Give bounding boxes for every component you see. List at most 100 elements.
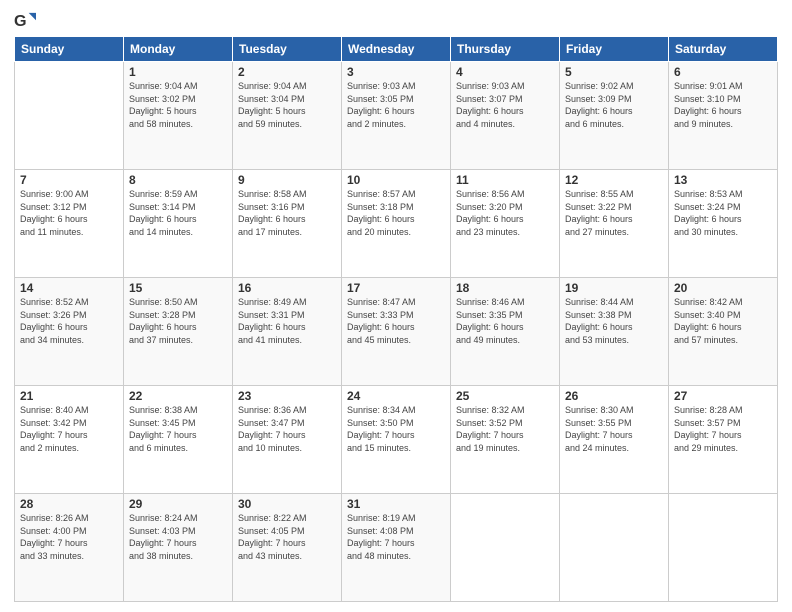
cell-day-number: 24 [347,389,445,403]
cell-info: Sunrise: 8:46 AM Sunset: 3:35 PM Dayligh… [456,296,554,346]
calendar-cell: 13Sunrise: 8:53 AM Sunset: 3:24 PM Dayli… [669,170,778,278]
calendar-cell: 23Sunrise: 8:36 AM Sunset: 3:47 PM Dayli… [233,386,342,494]
logo-area: G [14,10,40,32]
calendar-cell [15,62,124,170]
cell-info: Sunrise: 8:24 AM Sunset: 4:03 PM Dayligh… [129,512,227,562]
cell-day-number: 2 [238,65,336,79]
cell-day-number: 23 [238,389,336,403]
calendar-cell: 20Sunrise: 8:42 AM Sunset: 3:40 PM Dayli… [669,278,778,386]
calendar-cell: 22Sunrise: 8:38 AM Sunset: 3:45 PM Dayli… [124,386,233,494]
cell-day-number: 7 [20,173,118,187]
calendar-cell [669,494,778,602]
cell-day-number: 4 [456,65,554,79]
cell-day-number: 25 [456,389,554,403]
cell-day-number: 8 [129,173,227,187]
cell-day-number: 14 [20,281,118,295]
weekday-header-tuesday: Tuesday [233,37,342,62]
cell-info: Sunrise: 8:47 AM Sunset: 3:33 PM Dayligh… [347,296,445,346]
cell-day-number: 12 [565,173,663,187]
weekday-header-sunday: Sunday [15,37,124,62]
cell-day-number: 20 [674,281,772,295]
cell-info: Sunrise: 8:55 AM Sunset: 3:22 PM Dayligh… [565,188,663,238]
cell-info: Sunrise: 9:03 AM Sunset: 3:05 PM Dayligh… [347,80,445,130]
generalblue-logo-icon: G [14,10,36,32]
calendar-cell: 24Sunrise: 8:34 AM Sunset: 3:50 PM Dayli… [342,386,451,494]
cell-info: Sunrise: 8:57 AM Sunset: 3:18 PM Dayligh… [347,188,445,238]
cell-day-number: 11 [456,173,554,187]
cell-day-number: 22 [129,389,227,403]
cell-day-number: 18 [456,281,554,295]
weekday-header-saturday: Saturday [669,37,778,62]
calendar-cell: 6Sunrise: 9:01 AM Sunset: 3:10 PM Daylig… [669,62,778,170]
cell-day-number: 19 [565,281,663,295]
cell-info: Sunrise: 8:42 AM Sunset: 3:40 PM Dayligh… [674,296,772,346]
cell-info: Sunrise: 8:56 AM Sunset: 3:20 PM Dayligh… [456,188,554,238]
calendar-cell: 17Sunrise: 8:47 AM Sunset: 3:33 PM Dayli… [342,278,451,386]
cell-info: Sunrise: 9:02 AM Sunset: 3:09 PM Dayligh… [565,80,663,130]
cell-day-number: 26 [565,389,663,403]
calendar-cell: 4Sunrise: 9:03 AM Sunset: 3:07 PM Daylig… [451,62,560,170]
cell-info: Sunrise: 9:00 AM Sunset: 3:12 PM Dayligh… [20,188,118,238]
cell-day-number: 30 [238,497,336,511]
calendar-cell: 1Sunrise: 9:04 AM Sunset: 3:02 PM Daylig… [124,62,233,170]
cell-info: Sunrise: 8:19 AM Sunset: 4:08 PM Dayligh… [347,512,445,562]
calendar-cell: 31Sunrise: 8:19 AM Sunset: 4:08 PM Dayli… [342,494,451,602]
calendar-cell: 9Sunrise: 8:58 AM Sunset: 3:16 PM Daylig… [233,170,342,278]
cell-info: Sunrise: 8:52 AM Sunset: 3:26 PM Dayligh… [20,296,118,346]
weekday-header-wednesday: Wednesday [342,37,451,62]
calendar-cell: 26Sunrise: 8:30 AM Sunset: 3:55 PM Dayli… [560,386,669,494]
cell-info: Sunrise: 8:50 AM Sunset: 3:28 PM Dayligh… [129,296,227,346]
calendar-week-row: 14Sunrise: 8:52 AM Sunset: 3:26 PM Dayli… [15,278,778,386]
cell-day-number: 29 [129,497,227,511]
cell-day-number: 28 [20,497,118,511]
cell-info: Sunrise: 8:22 AM Sunset: 4:05 PM Dayligh… [238,512,336,562]
calendar-cell [451,494,560,602]
calendar-cell: 2Sunrise: 9:04 AM Sunset: 3:04 PM Daylig… [233,62,342,170]
calendar-week-row: 1Sunrise: 9:04 AM Sunset: 3:02 PM Daylig… [15,62,778,170]
weekday-header-monday: Monday [124,37,233,62]
cell-info: Sunrise: 8:58 AM Sunset: 3:16 PM Dayligh… [238,188,336,238]
calendar-week-row: 21Sunrise: 8:40 AM Sunset: 3:42 PM Dayli… [15,386,778,494]
cell-day-number: 1 [129,65,227,79]
cell-day-number: 10 [347,173,445,187]
weekday-header-friday: Friday [560,37,669,62]
calendar-cell [560,494,669,602]
cell-day-number: 21 [20,389,118,403]
cell-info: Sunrise: 9:03 AM Sunset: 3:07 PM Dayligh… [456,80,554,130]
calendar-cell: 12Sunrise: 8:55 AM Sunset: 3:22 PM Dayli… [560,170,669,278]
cell-info: Sunrise: 8:34 AM Sunset: 3:50 PM Dayligh… [347,404,445,454]
cell-info: Sunrise: 8:53 AM Sunset: 3:24 PM Dayligh… [674,188,772,238]
calendar-cell: 7Sunrise: 9:00 AM Sunset: 3:12 PM Daylig… [15,170,124,278]
cell-day-number: 31 [347,497,445,511]
cell-day-number: 16 [238,281,336,295]
cell-info: Sunrise: 8:40 AM Sunset: 3:42 PM Dayligh… [20,404,118,454]
logo: G [14,10,40,32]
cell-day-number: 5 [565,65,663,79]
cell-info: Sunrise: 8:59 AM Sunset: 3:14 PM Dayligh… [129,188,227,238]
cell-day-number: 15 [129,281,227,295]
cell-day-number: 13 [674,173,772,187]
calendar-cell: 29Sunrise: 8:24 AM Sunset: 4:03 PM Dayli… [124,494,233,602]
calendar-cell: 21Sunrise: 8:40 AM Sunset: 3:42 PM Dayli… [15,386,124,494]
calendar-cell: 27Sunrise: 8:28 AM Sunset: 3:57 PM Dayli… [669,386,778,494]
calendar-cell: 15Sunrise: 8:50 AM Sunset: 3:28 PM Dayli… [124,278,233,386]
cell-info: Sunrise: 9:04 AM Sunset: 3:02 PM Dayligh… [129,80,227,130]
calendar-cell: 11Sunrise: 8:56 AM Sunset: 3:20 PM Dayli… [451,170,560,278]
calendar-cell: 14Sunrise: 8:52 AM Sunset: 3:26 PM Dayli… [15,278,124,386]
calendar-header: G [14,10,778,32]
calendar-page: G SundayMondayTuesdayWednesdayThursdayFr… [0,0,792,612]
cell-day-number: 3 [347,65,445,79]
cell-info: Sunrise: 8:36 AM Sunset: 3:47 PM Dayligh… [238,404,336,454]
calendar-cell: 25Sunrise: 8:32 AM Sunset: 3:52 PM Dayli… [451,386,560,494]
cell-info: Sunrise: 8:30 AM Sunset: 3:55 PM Dayligh… [565,404,663,454]
cell-day-number: 27 [674,389,772,403]
svg-text:G: G [14,12,27,30]
cell-info: Sunrise: 8:44 AM Sunset: 3:38 PM Dayligh… [565,296,663,346]
calendar-cell: 3Sunrise: 9:03 AM Sunset: 3:05 PM Daylig… [342,62,451,170]
calendar-cell: 16Sunrise: 8:49 AM Sunset: 3:31 PM Dayli… [233,278,342,386]
cell-day-number: 17 [347,281,445,295]
cell-info: Sunrise: 9:01 AM Sunset: 3:10 PM Dayligh… [674,80,772,130]
cell-day-number: 9 [238,173,336,187]
cell-info: Sunrise: 8:49 AM Sunset: 3:31 PM Dayligh… [238,296,336,346]
weekday-header-thursday: Thursday [451,37,560,62]
